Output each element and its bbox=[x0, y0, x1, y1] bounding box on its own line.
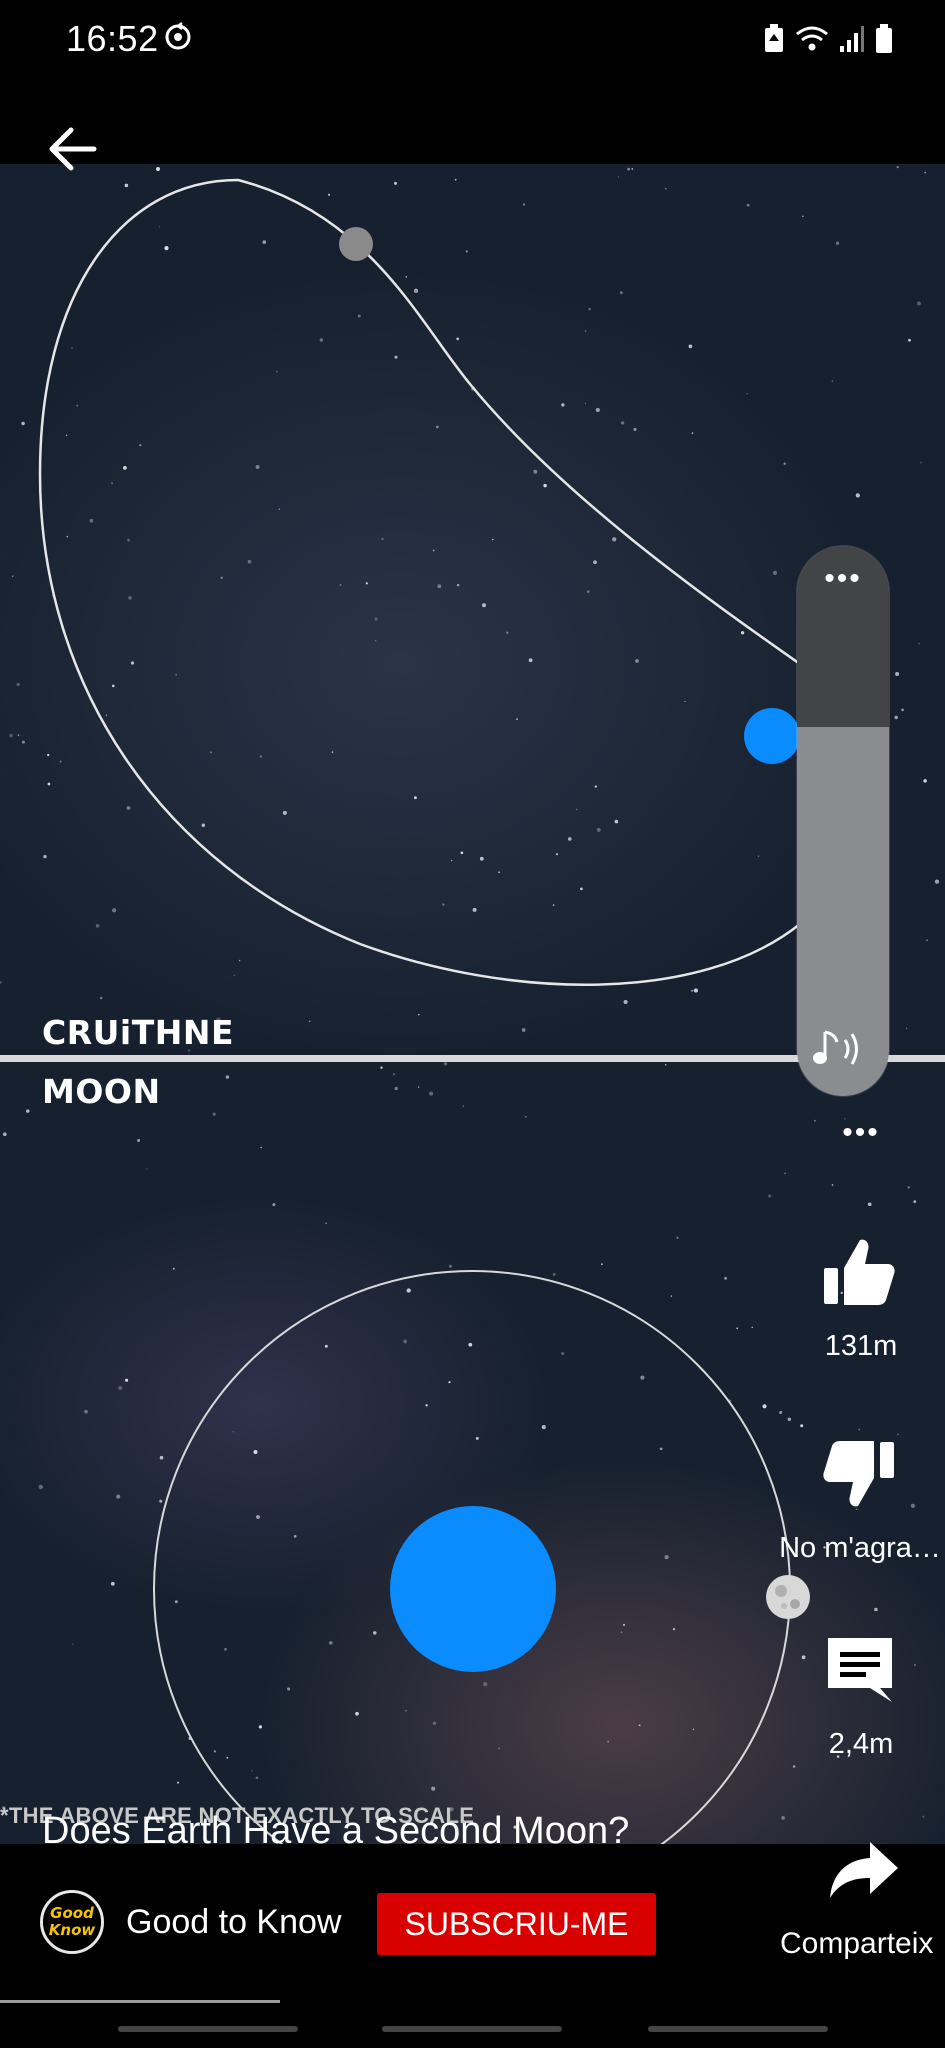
sync-icon bbox=[165, 22, 191, 50]
good-to-know-logo: Good Know bbox=[43, 1893, 101, 1951]
media-volume-icon bbox=[813, 1030, 858, 1065]
subscribe-button[interactable]: SUBSCRIU-ME bbox=[377, 1893, 656, 1955]
moon-body bbox=[766, 1575, 810, 1619]
comment-count: 2,4m bbox=[828, 1728, 894, 1760]
cruithne-orbit-path bbox=[38, 178, 802, 986]
battery-saver-icon bbox=[765, 24, 783, 52]
cruithne-label: CRUiTHNE bbox=[42, 1013, 235, 1052]
channel-name[interactable]: Good to Know bbox=[126, 1903, 341, 1942]
volume-options-icon[interactable]: ••• bbox=[815, 564, 871, 594]
share-label: Comparteix bbox=[780, 1927, 934, 1960]
video-title[interactable]: Does Earth Have a Second Moon? bbox=[42, 1810, 629, 1853]
video-progress-bar[interactable] bbox=[0, 2000, 280, 2003]
nav-pill-center bbox=[382, 2026, 562, 2032]
nav-pill-left bbox=[118, 2026, 298, 2032]
status-icons bbox=[763, 22, 893, 56]
nav-pill-right bbox=[648, 2026, 828, 2032]
svg-text:Good: Good bbox=[50, 1904, 94, 1922]
earth-body-bottom bbox=[390, 1506, 556, 1672]
dislike-thumbs-down-icon[interactable] bbox=[820, 1434, 898, 1512]
status-time: 16:52 bbox=[66, 18, 159, 59]
like-thumbs-up-icon[interactable] bbox=[820, 1234, 898, 1312]
wifi-icon bbox=[796, 26, 828, 51]
svg-text:Know: Know bbox=[49, 1921, 96, 1939]
dislike-label: No m'agra… bbox=[779, 1532, 941, 1564]
back-arrow-icon[interactable] bbox=[44, 120, 102, 178]
share-arrow-icon[interactable] bbox=[828, 1838, 900, 1904]
top-bar bbox=[0, 80, 945, 164]
earth-body-top bbox=[744, 708, 800, 764]
channel-avatar[interactable]: Good Know bbox=[40, 1890, 104, 1954]
comment-icon[interactable] bbox=[822, 1632, 898, 1708]
battery-icon bbox=[876, 24, 892, 53]
more-options-button[interactable]: ••• bbox=[830, 1118, 892, 1148]
volume-slider[interactable]: ••• bbox=[797, 546, 889, 1096]
cruithne-body bbox=[339, 227, 373, 261]
like-count: 131m bbox=[824, 1330, 898, 1362]
signal-icon bbox=[840, 26, 864, 52]
